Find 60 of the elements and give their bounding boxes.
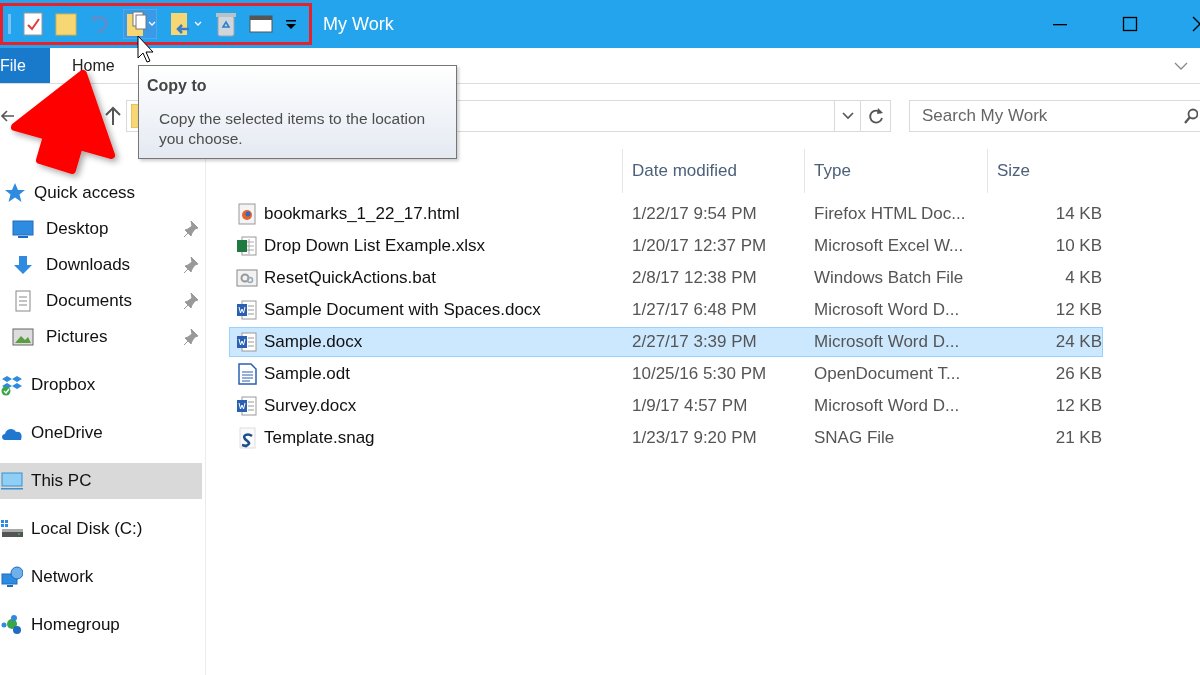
size-cell-text: 14 KB (1054, 204, 1103, 224)
tooltip-title: Copy to (147, 77, 208, 95)
file-name: ResetQuickActions.bat (264, 268, 436, 288)
type-cell-text: Microsoft Excel W... (813, 236, 965, 256)
file-name: Survey.docx (264, 396, 357, 416)
nav-item[interactable]: Quick access (0, 175, 205, 211)
size-cell-text: 12 KB (1054, 396, 1103, 416)
file-row[interactable]: Drop Down List Example.xlsx 1/20/17 12:37 PM Microsoft Excel W... 10 KB (229, 231, 1103, 261)
column-header[interactable]: Date modified (622, 149, 804, 193)
type-cell-text: Microsoft Word D... (813, 396, 961, 416)
date-cell-text: 1/20/17 12:37 PM (631, 236, 768, 256)
file-name: Sample.docx (264, 332, 363, 352)
column-header[interactable]: Size (987, 149, 1107, 193)
nav-item[interactable]: Dropbox (0, 367, 205, 403)
nav-item[interactable]: Desktop (0, 211, 205, 247)
nav-item[interactable]: Network (0, 559, 205, 595)
file-name: Sample.odt (264, 364, 350, 384)
nav-item[interactable]: Local Disk (C:) (0, 511, 205, 547)
date-cell-text: 1/27/17 6:48 PM (631, 300, 758, 320)
ribbon-tab[interactable]: File (0, 48, 50, 83)
file-row[interactable]: Sample.odt 10/25/16 5:30 PM OpenDocument T... 26 KB (229, 359, 1103, 389)
date-cell-text: 10/25/16 5:30 PM (631, 364, 768, 384)
size-cell-text: 21 KB (1054, 428, 1103, 448)
file-name: bookmarks_1_22_17.html (264, 204, 460, 224)
date-cell-text: 2/8/17 12:38 PM (631, 268, 758, 288)
type-cell-text: SNAG File (813, 428, 896, 448)
size-cell-text: 24 KB (1054, 332, 1103, 352)
nav-item[interactable]: Pictures (0, 319, 205, 355)
size-cell-text: 4 KB (1064, 268, 1103, 288)
size-cell-text: 26 KB (1054, 364, 1103, 384)
window-title: My Work (323, 13, 394, 35)
type-cell-text: Microsoft Word D... (813, 332, 961, 352)
size-cell-text: 12 KB (1054, 300, 1103, 320)
type-cell-text: OpenDocument T... (813, 364, 962, 384)
type-cell-text: Firefox HTML Doc... (813, 204, 967, 224)
file-row[interactable]: bookmarks_1_22_17.html 1/22/17 9:54 PM Firefox HTML Doc... 14 KB (229, 199, 1103, 229)
nav-item[interactable]: Downloads (0, 247, 205, 283)
file-row[interactable]: ResetQuickActions.bat 2/8/17 12:38 PM Windows Batch File 4 KB (229, 263, 1103, 293)
ribbon-tab[interactable]: Home (50, 48, 137, 83)
file-row[interactable]: Survey.docx 1/9/17 4:57 PM Microsoft Word D... 12 KB (229, 391, 1103, 421)
date-cell-text: 1/22/17 9:54 PM (631, 204, 758, 224)
date-cell-text: 1/9/17 4:57 PM (631, 396, 749, 416)
nav-item[interactable]: Homegroup (0, 607, 205, 643)
date-cell-text: 1/23/17 9:20 PM (631, 428, 758, 448)
tooltip-text: Copy the selected items to the location you choose. (159, 109, 427, 149)
nav-item[interactable]: OneDrive (0, 415, 205, 451)
file-name: Sample Document with Spaces.docx (264, 300, 541, 320)
file-name: Drop Down List Example.xlsx (264, 236, 486, 256)
nav-item[interactable]: Documents (0, 283, 205, 319)
search-field[interactable]: Search My Work (909, 100, 1200, 132)
file-name: Template.snag (264, 428, 375, 448)
file-row[interactable]: Sample Document with Spaces.docx 1/27/17 6:48 PM Microsoft Word D... 12 KB (229, 295, 1103, 325)
type-cell-text: Microsoft Word D... (813, 300, 961, 320)
column-header[interactable]: Type (804, 149, 987, 193)
nav-item[interactable]: This PC (0, 463, 202, 499)
type-cell-text: Windows Batch File (813, 268, 965, 288)
size-cell-text: 10 KB (1054, 236, 1103, 256)
file-row[interactable]: Template.snag 1/23/17 9:20 PM SNAG File 21 KB (229, 423, 1103, 453)
date-cell-text: 2/27/17 3:39 PM (631, 332, 758, 352)
file-row[interactable]: Sample.docx 2/27/17 3:39 PM Microsoft Word D... 24 KB (229, 327, 1103, 357)
